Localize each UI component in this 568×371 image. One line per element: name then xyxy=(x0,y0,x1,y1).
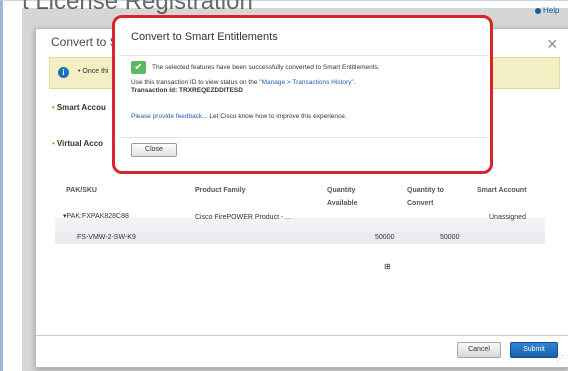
feedback-link[interactable]: Please provide feedback... xyxy=(131,113,208,120)
modal-title: Convert to Smart Entitlements xyxy=(131,31,278,43)
modal-footer-divider xyxy=(119,137,489,138)
transaction-info: Use this transaction ID to view status o… xyxy=(131,79,356,86)
info-icon: i xyxy=(58,67,69,78)
success-message: The selected features have been successf… xyxy=(152,64,380,71)
row-quantity-to-convert[interactable]: 50000 xyxy=(440,234,459,241)
row-product-family: Cisco FirePOWER Product - ... xyxy=(195,214,292,221)
row-quantity-available: 50000 xyxy=(375,234,395,241)
row-sku: FS-VMW-2-SW-K9 xyxy=(77,234,136,241)
modal-header-divider xyxy=(119,55,489,56)
column-header-product-family: Product Family xyxy=(195,187,246,194)
cancel-button[interactable]: Cancel xyxy=(457,342,501,358)
column-header-pak-sku: PAK/SKU xyxy=(66,187,97,194)
virtual-account-label: • Virtual Acco xyxy=(52,139,104,148)
transaction-id: Transaction Id: TRXREQEZDDITESD xyxy=(131,87,243,94)
column-header-smart-account: Smart Account xyxy=(477,187,527,194)
dialog-title: Convert to S xyxy=(51,35,118,49)
success-check-icon: ✔ xyxy=(131,61,146,74)
submit-button[interactable]: Submit xyxy=(510,342,558,358)
mouse-cursor-icon: ⊞ xyxy=(384,262,391,271)
smart-account-label: • Smart Accou xyxy=(52,103,106,112)
dialog-footer-divider xyxy=(36,335,568,336)
row-smart-account: Unassigned xyxy=(489,214,526,221)
resize-grip-icon[interactable]: ⋰ xyxy=(556,354,564,363)
column-header-quantity-available: Quantity Available xyxy=(327,187,358,207)
dialog-close-icon[interactable]: × xyxy=(547,34,558,55)
feedback-line: Please provide feedback... Let Cisco kno… xyxy=(131,113,347,120)
transactions-history-link[interactable]: "Manage > Transactions History" xyxy=(259,79,353,86)
banner-text: • Once thi xyxy=(78,68,109,75)
row-pak-sku[interactable]: ▾PAK:FXPAK828C88 xyxy=(63,212,129,220)
close-button[interactable]: Close xyxy=(131,143,177,157)
success-modal: Convert to Smart Entitlements ✔ The sele… xyxy=(112,15,493,174)
column-header-quantity-to-convert: Quantity to Convert xyxy=(407,187,444,207)
